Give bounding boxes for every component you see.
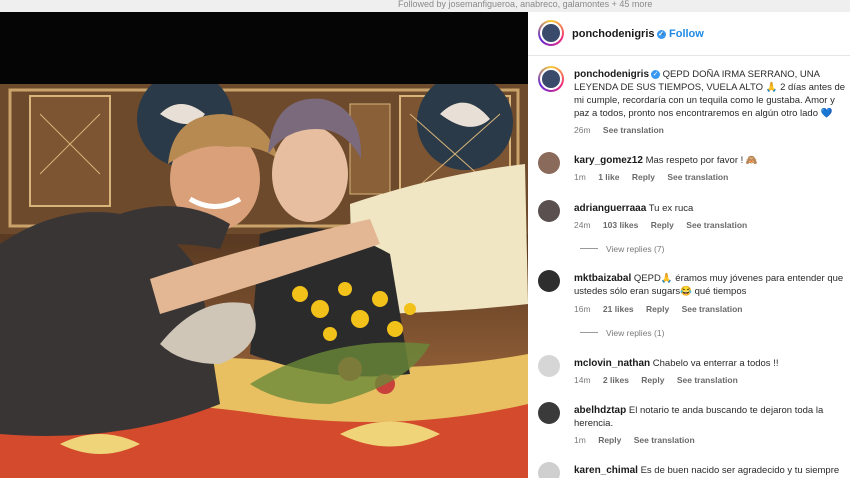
post-header: ponchodenigris ✓ · Follow: [528, 12, 850, 56]
comment-username[interactable]: karen_chimal: [574, 465, 638, 476]
comments-panel: ponchodenigris ✓ · Follow ponchodenigris ✓…: [528, 12, 850, 478]
caption-meta: 26m See translation: [574, 125, 674, 135]
comment-text: abelhdztap El notario te anda buscando t…: [574, 404, 846, 430]
comment-username[interactable]: adrianguerraaa: [574, 203, 646, 214]
video-letterbox: [0, 12, 528, 84]
comment-username[interactable]: mclovin_nathan: [574, 358, 650, 369]
caption-username[interactable]: ponchodenigris: [574, 69, 649, 80]
comment-avatar[interactable]: [538, 200, 560, 222]
comment-meta: 16m 21 likes Reply See translation: [574, 304, 753, 314]
comment-body: Chabelo va enterrar a todos !!: [652, 358, 779, 369]
caption-see-translation[interactable]: See translation: [603, 125, 664, 135]
followed-by-strip: Followed by josemanfigueroa, anabreco, g…: [0, 0, 850, 12]
comment-text: adrianguerraaa Tu ex rucа: [574, 202, 846, 215]
comment-username[interactable]: kary_gomez12: [574, 155, 643, 166]
caption-time: 26m: [574, 125, 591, 135]
caption-avatar[interactable]: [538, 66, 564, 92]
comment-time: 24m: [574, 220, 591, 230]
comment-body: Mas respeto por favor ! 🙈: [645, 155, 758, 166]
comment-see-translation[interactable]: See translation: [682, 304, 743, 314]
comment-text: karen_chimal Es de buen nacido ser agrad…: [574, 464, 850, 477]
comment-time: 14m: [574, 375, 591, 385]
comment-text: kary_gomez12 Mas respeto por favor ! 🙈: [574, 154, 846, 167]
comment-reply-button[interactable]: Reply: [651, 220, 674, 230]
separator-dot: ·: [661, 28, 665, 40]
comment-time: 1m: [574, 172, 586, 182]
comment-reply-button[interactable]: Reply: [641, 375, 664, 385]
comment-see-translation[interactable]: See translation: [667, 172, 728, 182]
comment-text: mclovin_nathan Chabelo va enterrar a tod…: [574, 357, 846, 370]
follow-button[interactable]: Follow: [669, 28, 704, 40]
comment-meta: 1m 1 like Reply See translation: [574, 172, 738, 182]
comment-time: 1m: [574, 435, 586, 445]
comment-likes[interactable]: 21 likes: [603, 304, 634, 314]
comment-likes[interactable]: 2 likes: [603, 375, 629, 385]
comment-time: 16m: [574, 304, 591, 314]
comment-likes[interactable]: 1 like: [598, 172, 619, 182]
comment-likes[interactable]: 103 likes: [603, 220, 638, 230]
photo-illustration: [0, 84, 528, 478]
post-photo[interactable]: [0, 84, 528, 478]
comment-meta: 1m Reply See translation: [574, 435, 705, 445]
comment-body: Tu ex rucа: [648, 203, 694, 214]
comment-avatar[interactable]: [538, 152, 560, 174]
comment-reply-button[interactable]: Reply: [598, 435, 621, 445]
view-replies-link[interactable]: View replies (7): [580, 244, 664, 254]
comment-see-translation[interactable]: See translation: [677, 375, 738, 385]
verified-badge-icon: ✓: [651, 70, 660, 79]
comment-text: mktbaizabal QEPD🙏 éramos muy jóvenes par…: [574, 272, 846, 298]
comment-avatar[interactable]: [538, 355, 560, 377]
comment-meta: 14m 2 likes Reply See translation: [574, 375, 748, 385]
comment-username[interactable]: mktbaizabal: [574, 273, 631, 284]
view-replies-link[interactable]: View replies (1): [580, 328, 664, 338]
followed-by-text: Followed by josemanfigueroa, anabreco, g…: [398, 0, 653, 9]
comment-avatar[interactable]: [538, 270, 560, 292]
author-avatar[interactable]: [538, 20, 564, 46]
caption-text: ponchodenigris ✓ QEPD DOÑA IRMA SERRANO, …: [574, 68, 850, 120]
comment-reply-button[interactable]: Reply: [632, 172, 655, 182]
comment-avatar[interactable]: [538, 402, 560, 424]
comment-avatar[interactable]: [538, 462, 560, 478]
comment-see-translation[interactable]: See translation: [634, 435, 695, 445]
author-username[interactable]: ponchodenigris ✓: [572, 28, 666, 40]
comment-body: Es de buen nacido ser agradecido y tu si…: [640, 465, 840, 476]
comment-username[interactable]: abelhdztap: [574, 405, 626, 416]
comment-see-translation[interactable]: See translation: [686, 220, 747, 230]
comment-meta: 24m 103 likes Reply See translation: [574, 220, 757, 230]
comment-reply-button[interactable]: Reply: [646, 304, 669, 314]
